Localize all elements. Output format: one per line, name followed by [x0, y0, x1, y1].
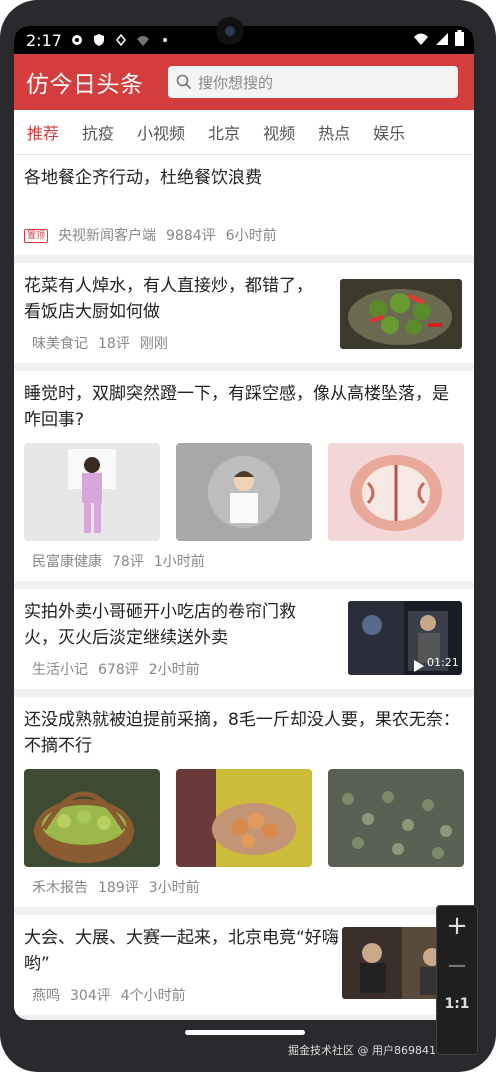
news-title: 实拍外卖小哥砸开小吃店的卷帘门救火，灭火后淡定继续送外卖 [24, 602, 296, 648]
gesture-nav-bar[interactable] [185, 1030, 305, 1035]
news-title: 各地餐企齐行动，杜绝餐饮浪费 [24, 168, 262, 188]
app-header: 仿今日头条 搜你想搜的 [14, 54, 474, 110]
news-source: 民富康健康 [32, 554, 102, 570]
zoom-ratio-button[interactable]: 1:1 [444, 996, 469, 1012]
zoom-in-button[interactable]: + [446, 906, 468, 946]
tab-beijing[interactable]: 北京 [208, 120, 240, 144]
news-source: 生活小记 [32, 662, 88, 678]
news-image-row [14, 433, 474, 541]
pinned-badge: 置顶 [24, 229, 49, 243]
tab-entertainment[interactable]: 娱乐 [373, 120, 405, 144]
news-meta: 民富康健康 78评 1小时前 [14, 551, 215, 571]
news-image [328, 443, 464, 541]
news-image [176, 443, 312, 541]
news-source: 燕鸣 [32, 988, 60, 1004]
front-camera [216, 17, 244, 45]
zoom-out-button[interactable]: − [446, 946, 468, 986]
phone-frame: 2:17 仿今日头条 搜你想搜的 推荐 抗疫 小视频 北京 视频 热点 娱乐 各… [0, 0, 496, 1072]
news-meta: 生活小记 678评 2小时前 [14, 659, 210, 679]
shield-icon [92, 33, 106, 47]
search-icon [176, 74, 192, 90]
news-time: 2小时前 [148, 662, 200, 678]
video-thumbnail[interactable]: 01:21 [348, 601, 462, 675]
tab-hot[interactable]: 热点 [318, 120, 350, 144]
dot-icon [158, 33, 172, 47]
news-time: 刚刚 [139, 336, 168, 352]
news-thumbnail [340, 279, 462, 349]
app-title: 仿今日头条 [26, 72, 144, 98]
news-title: 睡觉时，双脚突然蹬一下，有踩空感，像从高楼坠落，是咋回事? [24, 384, 449, 430]
gear-icon [70, 33, 84, 47]
play-icon [414, 657, 424, 675]
tab-antiepidemic[interactable]: 抗疫 [82, 120, 114, 144]
video-duration: 01:21 [427, 656, 459, 669]
category-tabs: 推荐 抗疫 小视频 北京 视频 热点 娱乐 [14, 110, 474, 155]
wifi-icon [413, 31, 429, 50]
news-comments: 78评 [112, 554, 144, 570]
news-image [24, 443, 160, 541]
battery-icon [455, 30, 464, 50]
news-feed: 各地餐企齐行动，杜绝餐饮浪费 置顶 央视新闻客户端 9884评 6小时前 花菜有人焯水… [14, 155, 474, 1020]
news-meta: 置顶 央视新闻客户端 9884评 6小时前 [14, 225, 287, 245]
news-meta: 燕鸣 304评 4个小时前 [14, 985, 196, 1005]
status-time: 2:17 [26, 30, 62, 50]
news-comments: 9884评 [166, 228, 216, 244]
status-right-icons [413, 30, 464, 50]
news-image [328, 769, 464, 867]
news-title: 花菜有人焯水，有人直接炒，都错了，看饭店大厨如何做 [24, 276, 313, 322]
news-item[interactable]: 各地餐企齐行动，杜绝餐饮浪费 置顶 央视新闻客户端 9884评 6小时前 [14, 155, 474, 255]
news-title: 还没成熟就被迫提前采摘，8毛一斤却没人要，果农无奈：不摘不行 [24, 710, 460, 756]
status-bar: 2:17 [14, 26, 474, 54]
news-meta: 禾木报告 189评 3小时前 [14, 877, 210, 897]
news-item[interactable]: 实拍外卖小哥砸开小吃店的卷帘门救火，灭火后淡定继续送外卖 生活小记 678评 2小时… [14, 589, 474, 689]
news-image [24, 769, 160, 867]
news-comments: 18评 [98, 336, 130, 352]
news-meta: 味美食记 18评 刚刚 [14, 333, 178, 353]
tab-video[interactable]: 视频 [263, 120, 295, 144]
news-item[interactable]: 大会、大展、大赛一起来，北京电竞“好嗨哟” 燕鸣 304评 4个小时前 [14, 915, 474, 1015]
news-comments: 678评 [98, 662, 139, 678]
news-source: 禾木报告 [32, 880, 88, 896]
news-item[interactable]: 还没成熟就被迫提前采摘，8毛一斤却没人要，果农无奈：不摘不行 禾木报告 189评… [14, 697, 474, 907]
news-time: 6小时前 [225, 228, 277, 244]
news-comments: 189评 [98, 880, 139, 896]
news-image [176, 769, 312, 867]
zoom-panel: + − 1:1 [436, 905, 478, 1055]
wifi-question-icon [136, 33, 150, 47]
tab-short-video[interactable]: 小视频 [137, 120, 185, 144]
signal-icon [435, 31, 449, 50]
search-placeholder: 搜你想搜的 [198, 73, 274, 92]
news-source: 味美食记 [32, 336, 88, 352]
app-screen: 2:17 仿今日头条 搜你想搜的 推荐 抗疫 小视频 北京 视频 热点 娱乐 各… [14, 26, 474, 1020]
news-time: 4个小时前 [120, 988, 186, 1004]
news-item[interactable]: 花菜有人焯水，有人直接炒，都错了，看饭店大厨如何做 味美食记 18评 刚刚 [14, 263, 474, 363]
location-icon [114, 33, 128, 47]
news-time: 3小时前 [148, 880, 200, 896]
news-comments: 304评 [70, 988, 111, 1004]
search-input[interactable]: 搜你想搜的 [168, 66, 458, 98]
news-item[interactable]: 睡觉时，双脚突然蹬一下，有踩空感，像从高楼坠落，是咋回事? 民富康健康 78评 … [14, 371, 474, 581]
news-title: 大会、大展、大赛一起来，北京电竞“好嗨哟” [24, 928, 339, 974]
tab-recommend[interactable]: 推荐 [27, 120, 59, 144]
news-time: 1小时前 [153, 554, 205, 570]
news-image-row [14, 759, 474, 867]
news-source: 央视新闻客户端 [58, 228, 157, 244]
